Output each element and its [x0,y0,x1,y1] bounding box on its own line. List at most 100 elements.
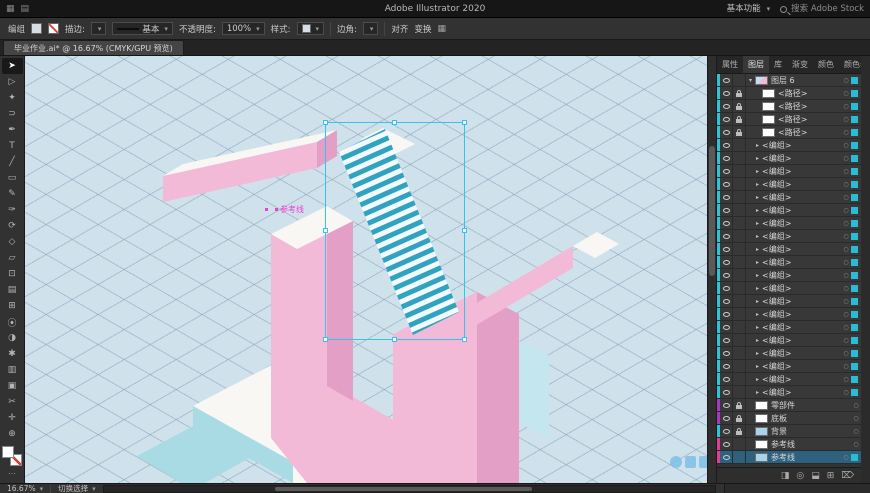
lock-toggle[interactable] [733,152,746,164]
target-circle[interactable]: ○ [841,350,851,357]
expand-chevron-icon[interactable]: ▸ [753,168,762,175]
layer-row[interactable]: ▸ <编组> ○ [717,152,861,165]
pencil-tool[interactable]: ✑ [2,202,23,218]
target-circle[interactable]: ○ [841,376,851,383]
visibility-toggle[interactable] [720,373,733,385]
layer-row[interactable]: ▸ <编组> ○ [717,139,861,152]
layer-row[interactable]: ▸ <编组> ○ [717,217,861,230]
selection-handle[interactable] [323,120,328,125]
mesh-tool[interactable]: ⊞ [2,298,23,314]
visibility-toggle[interactable] [720,438,733,450]
layer-row[interactable]: ▸ <编组> ○ [717,165,861,178]
tab-layers[interactable]: 图层 [743,56,769,73]
target-circle[interactable]: ○ [841,298,851,305]
visibility-toggle[interactable] [720,360,733,372]
selection-handle[interactable] [392,337,397,342]
direct-selection-tool[interactable]: ▷ [2,74,23,90]
lock-toggle[interactable] [733,230,746,242]
locate-object-icon[interactable]: ◎ [796,471,804,481]
layer-row[interactable]: ▸ <编组> ○ [717,269,861,282]
visibility-toggle[interactable] [720,204,733,216]
expand-chevron-icon[interactable]: ▸ [753,233,762,240]
expand-chevron-icon[interactable]: ▸ [753,363,762,370]
target-circle[interactable]: ○ [841,90,851,97]
selection-handle[interactable] [392,120,397,125]
target-circle[interactable]: ○ [841,337,851,344]
zoom-tool[interactable]: ⊕ [2,426,23,442]
selection-tool[interactable]: ➤ [1,58,23,74]
lock-toggle[interactable] [733,386,746,398]
layer-row[interactable]: 背景 ○ [717,425,861,438]
visibility-toggle[interactable] [720,87,733,99]
lock-toggle[interactable] [733,269,746,281]
visibility-toggle[interactable] [720,321,733,333]
status-tool-dropdown[interactable]: 切换选择 [55,484,99,493]
target-circle[interactable]: ○ [841,363,851,370]
target-circle[interactable]: ○ [841,77,851,84]
selection-bounding-box[interactable] [323,120,467,342]
expand-chevron-icon[interactable]: ▸ [753,376,762,383]
line-segment-tool[interactable]: ╱ [2,154,23,170]
layer-row[interactable]: 参考线 ○ [717,438,861,451]
visibility-toggle[interactable] [720,282,733,294]
transform-button[interactable]: 变换 [414,23,431,35]
lock-toggle[interactable] [733,217,746,229]
selection-handle[interactable] [462,228,467,233]
target-circle[interactable]: ○ [841,246,851,253]
target-circle[interactable]: ○ [851,428,861,435]
layer-row[interactable]: <路径> ○ [717,100,861,113]
visibility-toggle[interactable] [720,334,733,346]
layer-row[interactable]: ▸ <编组> ○ [717,230,861,243]
expand-chevron-icon[interactable]: ▸ [753,181,762,188]
lock-toggle[interactable] [733,308,746,320]
tab-color[interactable]: 颜色 [813,56,839,73]
fill-stroke-indicator[interactable] [2,446,22,466]
target-circle[interactable]: ○ [851,415,861,422]
graph-tool[interactable]: ▥ [2,362,23,378]
visibility-toggle[interactable] [720,386,733,398]
layer-row[interactable]: ▸ <编组> ○ [717,282,861,295]
selection-handle[interactable] [462,337,467,342]
align-button[interactable]: 对齐 [391,23,408,35]
layer-row[interactable]: ▾ 图层 6 ○ [717,74,861,87]
fill-swatch[interactable] [31,23,43,34]
lock-toggle[interactable] [733,165,746,177]
lock-toggle[interactable] [733,113,746,125]
hand-tool[interactable]: ✛ [2,410,23,426]
visibility-toggle[interactable] [720,100,733,112]
expand-chevron-icon[interactable]: ▸ [753,207,762,214]
expand-chevron-icon[interactable]: ▸ [753,350,762,357]
selection-handle[interactable] [462,120,467,125]
symbol-sprayer-tool[interactable]: ✱ [2,346,23,362]
layer-row[interactable]: ▸ <编组> ○ [717,347,861,360]
expand-chevron-icon[interactable]: ▸ [753,272,762,279]
horizontal-scrollbar[interactable] [102,484,716,493]
target-circle[interactable]: ○ [841,155,851,162]
tab-gradient[interactable]: 渐变 [787,56,813,73]
canvas[interactable]: 参考线 [25,56,716,483]
target-circle[interactable]: ○ [841,272,851,279]
fill-color-well[interactable] [2,446,14,458]
corner-dropdown[interactable] [362,22,379,35]
rectangle-tool[interactable]: ▭ [2,170,23,186]
stock-search[interactable]: 搜索 Adobe Stock [780,0,864,18]
lock-toggle[interactable] [733,360,746,372]
target-circle[interactable]: ○ [841,311,851,318]
lock-toggle[interactable] [733,295,746,307]
lock-toggle[interactable] [733,74,746,86]
workspace-switcher[interactable]: 基本功能 [727,0,771,18]
layer-row[interactable]: ▸ <编组> ○ [717,386,861,399]
target-circle[interactable]: ○ [841,129,851,136]
target-circle[interactable]: ○ [841,116,851,123]
expand-chevron-icon[interactable]: ▸ [753,324,762,331]
target-circle[interactable]: ○ [841,207,851,214]
lock-toggle[interactable] [733,191,746,203]
layer-row[interactable]: ▸ <编组> ○ [717,334,861,347]
stroke-weight-input[interactable] [90,22,107,35]
brush-definition-dropdown[interactable]: 基本 [112,22,173,35]
target-circle[interactable]: ○ [841,389,851,396]
visibility-toggle[interactable] [720,126,733,138]
expand-chevron-icon[interactable]: ▸ [753,311,762,318]
layer-row[interactable]: ▸ <编组> ○ [717,256,861,269]
target-circle[interactable]: ○ [851,441,861,448]
